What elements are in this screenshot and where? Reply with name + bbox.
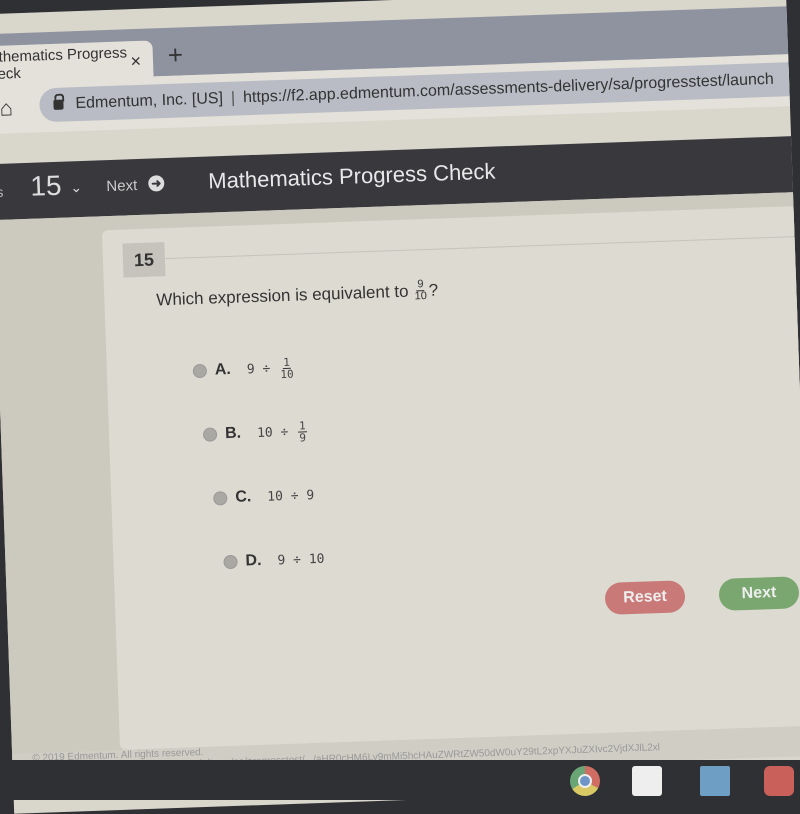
- prompt-end: ?: [428, 280, 439, 300]
- content-area: 15 Which expression is equivalent to 9 1…: [0, 190, 800, 781]
- expr-right: 10: [308, 551, 325, 567]
- home-icon[interactable]: ⌂: [0, 95, 13, 121]
- status-label[interactable]: us: [0, 184, 4, 201]
- close-tab-icon[interactable]: ×: [130, 51, 141, 72]
- expr-left: 10: [267, 488, 284, 505]
- fraction-denominator: 10: [414, 290, 428, 303]
- fraction-denominator: 9: [299, 430, 307, 445]
- lock-icon: [53, 99, 64, 110]
- expr-fraction: 1 10: [280, 355, 294, 381]
- option-c[interactable]: C. 10 ÷ 9: [212, 463, 323, 531]
- divide-sign: ÷: [292, 552, 302, 568]
- chrome-icon[interactable]: [570, 766, 600, 796]
- divide-sign: ÷: [262, 361, 271, 377]
- divide-sign: ÷: [280, 424, 289, 440]
- fraction-numerator: 1: [282, 355, 292, 369]
- reset-button[interactable]: Reset: [604, 580, 686, 615]
- fraction-numerator: 1: [297, 418, 307, 433]
- youtube-icon[interactable]: [764, 766, 794, 796]
- expr-left: 9: [246, 361, 255, 377]
- option-expression: 9 ÷ 1 10: [246, 355, 295, 381]
- option-d[interactable]: D. 9 ÷ 10: [222, 527, 325, 594]
- option-letter: A.: [214, 360, 232, 379]
- question-prompt: Which expression is equivalent to 9 10 ?: [156, 278, 439, 312]
- answer-options: A. 9 ÷ 1 10 B. 10 ÷ 19 C. 10 ÷ 9 D. 9 ÷ …: [192, 335, 326, 595]
- option-letter: D.: [245, 551, 262, 570]
- action-buttons: Reset Next: [604, 576, 800, 615]
- option-expression: 10 ÷ 9: [267, 488, 314, 505]
- separator: |: [230, 89, 236, 107]
- chevron-down-icon[interactable]: ⌄: [70, 179, 82, 196]
- new-tab-button[interactable]: +: [167, 39, 183, 71]
- screen: Mathematics Progress Check × + ⌂ Edmentu…: [0, 0, 800, 814]
- radio-button[interactable]: [213, 491, 228, 506]
- option-expression: 10 ÷ 19: [256, 418, 310, 445]
- divide-sign: ÷: [290, 488, 299, 504]
- docs-icon[interactable]: [700, 766, 730, 796]
- expr-right: 9: [306, 487, 315, 503]
- prompt-fraction: 9 10: [414, 278, 428, 303]
- os-shelf: [0, 760, 800, 800]
- url-text[interactable]: https://f2.app.edmentum.com/assessments-…: [243, 71, 774, 108]
- option-letter: B.: [224, 424, 242, 443]
- divider: [164, 235, 800, 260]
- site-identity: Edmentum, Inc. [US]: [75, 89, 224, 113]
- arrow-right-icon[interactable]: ➜: [148, 175, 165, 192]
- prompt-text: Which expression is equivalent to: [156, 281, 409, 309]
- expr-fraction: 19: [297, 418, 307, 445]
- expr-left: 9: [277, 552, 286, 568]
- radio-button[interactable]: [223, 554, 238, 570]
- header-next-button[interactable]: Next: [106, 177, 137, 195]
- gmail-icon[interactable]: [632, 766, 662, 796]
- radio-button[interactable]: [202, 427, 218, 442]
- next-button[interactable]: Next: [718, 576, 800, 611]
- question-number-badge: 15: [122, 242, 166, 278]
- option-letter: C.: [234, 488, 252, 506]
- expr-left: 10: [256, 424, 273, 441]
- page-title: Mathematics Progress Check: [207, 158, 496, 194]
- question-card: 15 Which expression is equivalent to 9 1…: [101, 205, 800, 750]
- option-b[interactable]: B. 10 ÷ 19: [202, 399, 321, 467]
- radio-button[interactable]: [192, 363, 208, 379]
- question-selector[interactable]: 15: [30, 170, 62, 203]
- option-a[interactable]: A. 9 ÷ 1 10: [192, 335, 319, 403]
- fraction-denominator: 10: [280, 367, 294, 381]
- option-expression: 9 ÷ 10: [277, 551, 324, 568]
